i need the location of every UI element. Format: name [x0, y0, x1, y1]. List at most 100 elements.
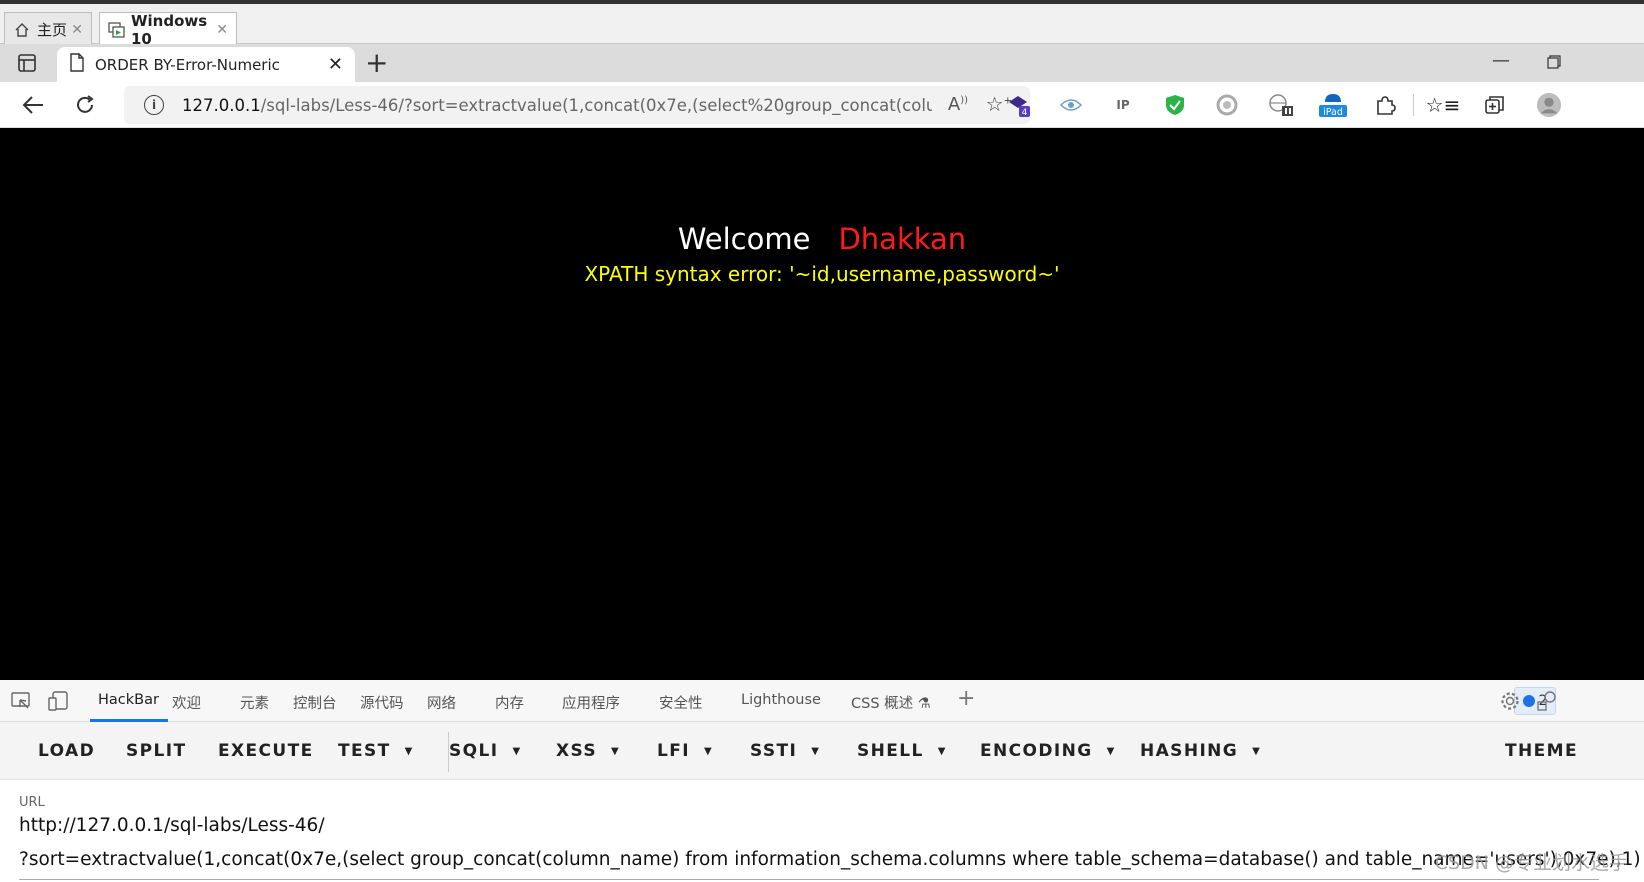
- browser-tab[interactable]: ORDER BY-Error-Numeric ✕: [57, 47, 355, 82]
- settings-gear-icon[interactable]: [1499, 690, 1521, 712]
- puzzle-extensions-icon[interactable]: [1372, 92, 1398, 118]
- profile-avatar-icon[interactable]: [1536, 92, 1562, 118]
- tab-memory[interactable]: 内存: [495, 692, 524, 713]
- watermark: CSDN @专业划水选手: [1434, 852, 1628, 874]
- tab-application[interactable]: 应用程序: [562, 692, 620, 713]
- hashing-label: HASHING: [1140, 741, 1239, 761]
- xss-dropdown-button[interactable]: XSS ▼: [556, 741, 620, 761]
- tab-console[interactable]: 控制台: [293, 692, 337, 713]
- globe-pause-icon[interactable]: [1268, 92, 1294, 118]
- favorites-icon[interactable]: ☆≡: [1426, 92, 1461, 118]
- address-path: /sql-labs/Less-46/?sort=extractvalue(1,c…: [260, 95, 932, 115]
- tab-welcome[interactable]: 欢迎: [172, 692, 201, 713]
- lfi-dropdown-button[interactable]: LFI ▼: [657, 741, 713, 761]
- split-button[interactable]: SPLIT: [126, 741, 186, 761]
- test-dropdown-button[interactable]: TEST ▼: [338, 741, 414, 761]
- close-icon[interactable]: ✕: [216, 22, 228, 38]
- test-label: TEST: [338, 741, 391, 761]
- url-field-label: URL: [19, 795, 45, 810]
- inspect-element-icon[interactable]: [10, 690, 32, 712]
- home-icon: [13, 21, 31, 39]
- record-circle-icon[interactable]: [1214, 92, 1240, 118]
- device-emulation-icon[interactable]: [48, 690, 70, 712]
- issues-icon: [1522, 695, 1535, 707]
- devtools-tab-bar: HackBar 欢迎 元素 控制台 源代码 网络 内存 应用程序 安全性 Lig…: [0, 680, 1644, 722]
- caret-down-icon: ▼: [937, 746, 947, 757]
- browser-tab-strip: ORDER BY-Error-Numeric ✕ + —: [0, 44, 1644, 82]
- refresh-icon[interactable]: [70, 90, 100, 120]
- minimize-icon[interactable]: —: [1492, 50, 1510, 71]
- page-document-icon: [69, 53, 85, 76]
- caret-down-icon: ▼: [1106, 746, 1116, 757]
- restore-icon[interactable]: [1547, 53, 1561, 74]
- tab-actions-icon[interactable]: [17, 53, 37, 73]
- vm-tab-home[interactable]: 主页 ✕: [4, 12, 92, 46]
- toolbar-divider: [1413, 94, 1414, 116]
- read-aloud-icon[interactable]: A)): [948, 94, 968, 115]
- experiment-flask-icon: ⚗: [917, 696, 931, 712]
- url-field-underline: [19, 879, 1599, 880]
- shell-dropdown-button[interactable]: SHELL ▼: [857, 741, 947, 761]
- caret-down-icon: ▼: [512, 746, 522, 757]
- ip-extension-label: IP: [1116, 98, 1130, 112]
- tab-sources[interactable]: 源代码: [360, 692, 404, 713]
- url-input-line1[interactable]: http://127.0.0.1/sql-labs/Less-46/: [19, 815, 325, 836]
- encoding-dropdown-button[interactable]: ENCODING ▼: [980, 741, 1116, 761]
- welcome-heading: Welcome Dhakkan: [0, 222, 1644, 256]
- execute-button[interactable]: EXECUTE: [218, 741, 314, 761]
- sqli-label: SQLI: [449, 741, 499, 761]
- tab-elements[interactable]: 元素: [240, 692, 269, 713]
- address-bar[interactable]: i 127.0.0.1/sql-labs/Less-46/?sort=extra…: [124, 86, 1030, 124]
- collections-icon[interactable]: [1482, 92, 1508, 118]
- url-input-line2[interactable]: ?sort=extractvalue(1,concat(0x7e,(select…: [19, 849, 1639, 870]
- tab-css-overview[interactable]: CSS 概述 ⚗: [851, 692, 931, 713]
- ip-extension-icon[interactable]: IP: [1110, 92, 1136, 118]
- tab-network[interactable]: 网络: [427, 692, 456, 713]
- hashing-dropdown-button[interactable]: HASHING ▼: [1140, 741, 1261, 761]
- ssti-label: SSTI: [750, 741, 798, 761]
- vm-tab-label: Windows 10: [131, 11, 208, 48]
- tab-security[interactable]: 安全性: [659, 692, 703, 713]
- page-viewport: [0, 128, 1644, 680]
- shell-label: SHELL: [857, 741, 924, 761]
- welcome-name: Dhakkan: [838, 222, 967, 256]
- xpath-error-message: XPATH syntax error: '~id,username,passwo…: [584, 262, 1060, 286]
- browser-tab-title: ORDER BY-Error-Numeric: [95, 55, 280, 74]
- new-tab-plus-icon[interactable]: +: [365, 47, 388, 79]
- vm-window-icon: [108, 21, 125, 39]
- address-host: 127.0.0.1: [182, 95, 261, 115]
- ssti-dropdown-button[interactable]: SSTI ▼: [750, 741, 820, 761]
- hackbar-toolbar: LOAD SPLIT EXECUTE TEST ▼ SQLI ▼ XSS ▼ LFI ▼…: [0, 722, 1644, 780]
- close-icon[interactable]: ✕: [71, 22, 83, 38]
- vm-tab-windows10[interactable]: Windows 10 ✕: [99, 11, 237, 48]
- eye-extension-icon[interactable]: [1058, 92, 1084, 118]
- tab-lighthouse[interactable]: Lighthouse: [741, 692, 821, 708]
- xss-label: XSS: [556, 741, 598, 761]
- caret-down-icon: ▼: [811, 746, 821, 757]
- ipad-extension-icon[interactable]: iPad: [1318, 92, 1348, 118]
- caret-down-icon: ▼: [1252, 746, 1262, 757]
- tab-hackbar[interactable]: HackBar: [98, 692, 159, 708]
- hackbar-url-panel: URL http://127.0.0.1/sql-labs/Less-46/ ?…: [0, 780, 1644, 882]
- encoding-label: ENCODING: [980, 741, 1093, 761]
- vm-tab-bar: 主页 ✕ Windows 10 ✕: [0, 0, 1644, 48]
- shield-check-icon[interactable]: [1162, 92, 1188, 118]
- caret-down-icon: ▼: [404, 746, 414, 757]
- vm-tab-label: 主页: [37, 21, 68, 39]
- theme-button[interactable]: THEME: [1505, 741, 1578, 761]
- more-tabs-plus-icon[interactable]: +: [957, 686, 975, 711]
- lfi-label: LFI: [657, 741, 690, 761]
- caret-down-icon: ▼: [703, 746, 714, 757]
- welcome-text: Welcome: [677, 222, 811, 256]
- address-toolbar: i 127.0.0.1/sql-labs/Less-46/?sort=extra…: [0, 82, 1644, 128]
- stack-extension-icon[interactable]: 4: [1006, 92, 1032, 118]
- customize-devtools-icon[interactable]: [1536, 690, 1558, 712]
- caret-down-icon: ▼: [611, 746, 621, 757]
- sqli-dropdown-button[interactable]: SQLI ▼: [449, 741, 522, 761]
- tab-css-overview-label: CSS 概述: [851, 696, 914, 712]
- close-icon[interactable]: ✕: [328, 54, 343, 75]
- back-arrow-icon[interactable]: [18, 90, 48, 120]
- address-url[interactable]: 127.0.0.1/sql-labs/Less-46/?sort=extract…: [182, 96, 932, 115]
- load-button[interactable]: LOAD: [38, 741, 95, 761]
- site-info-icon[interactable]: i: [144, 95, 164, 115]
